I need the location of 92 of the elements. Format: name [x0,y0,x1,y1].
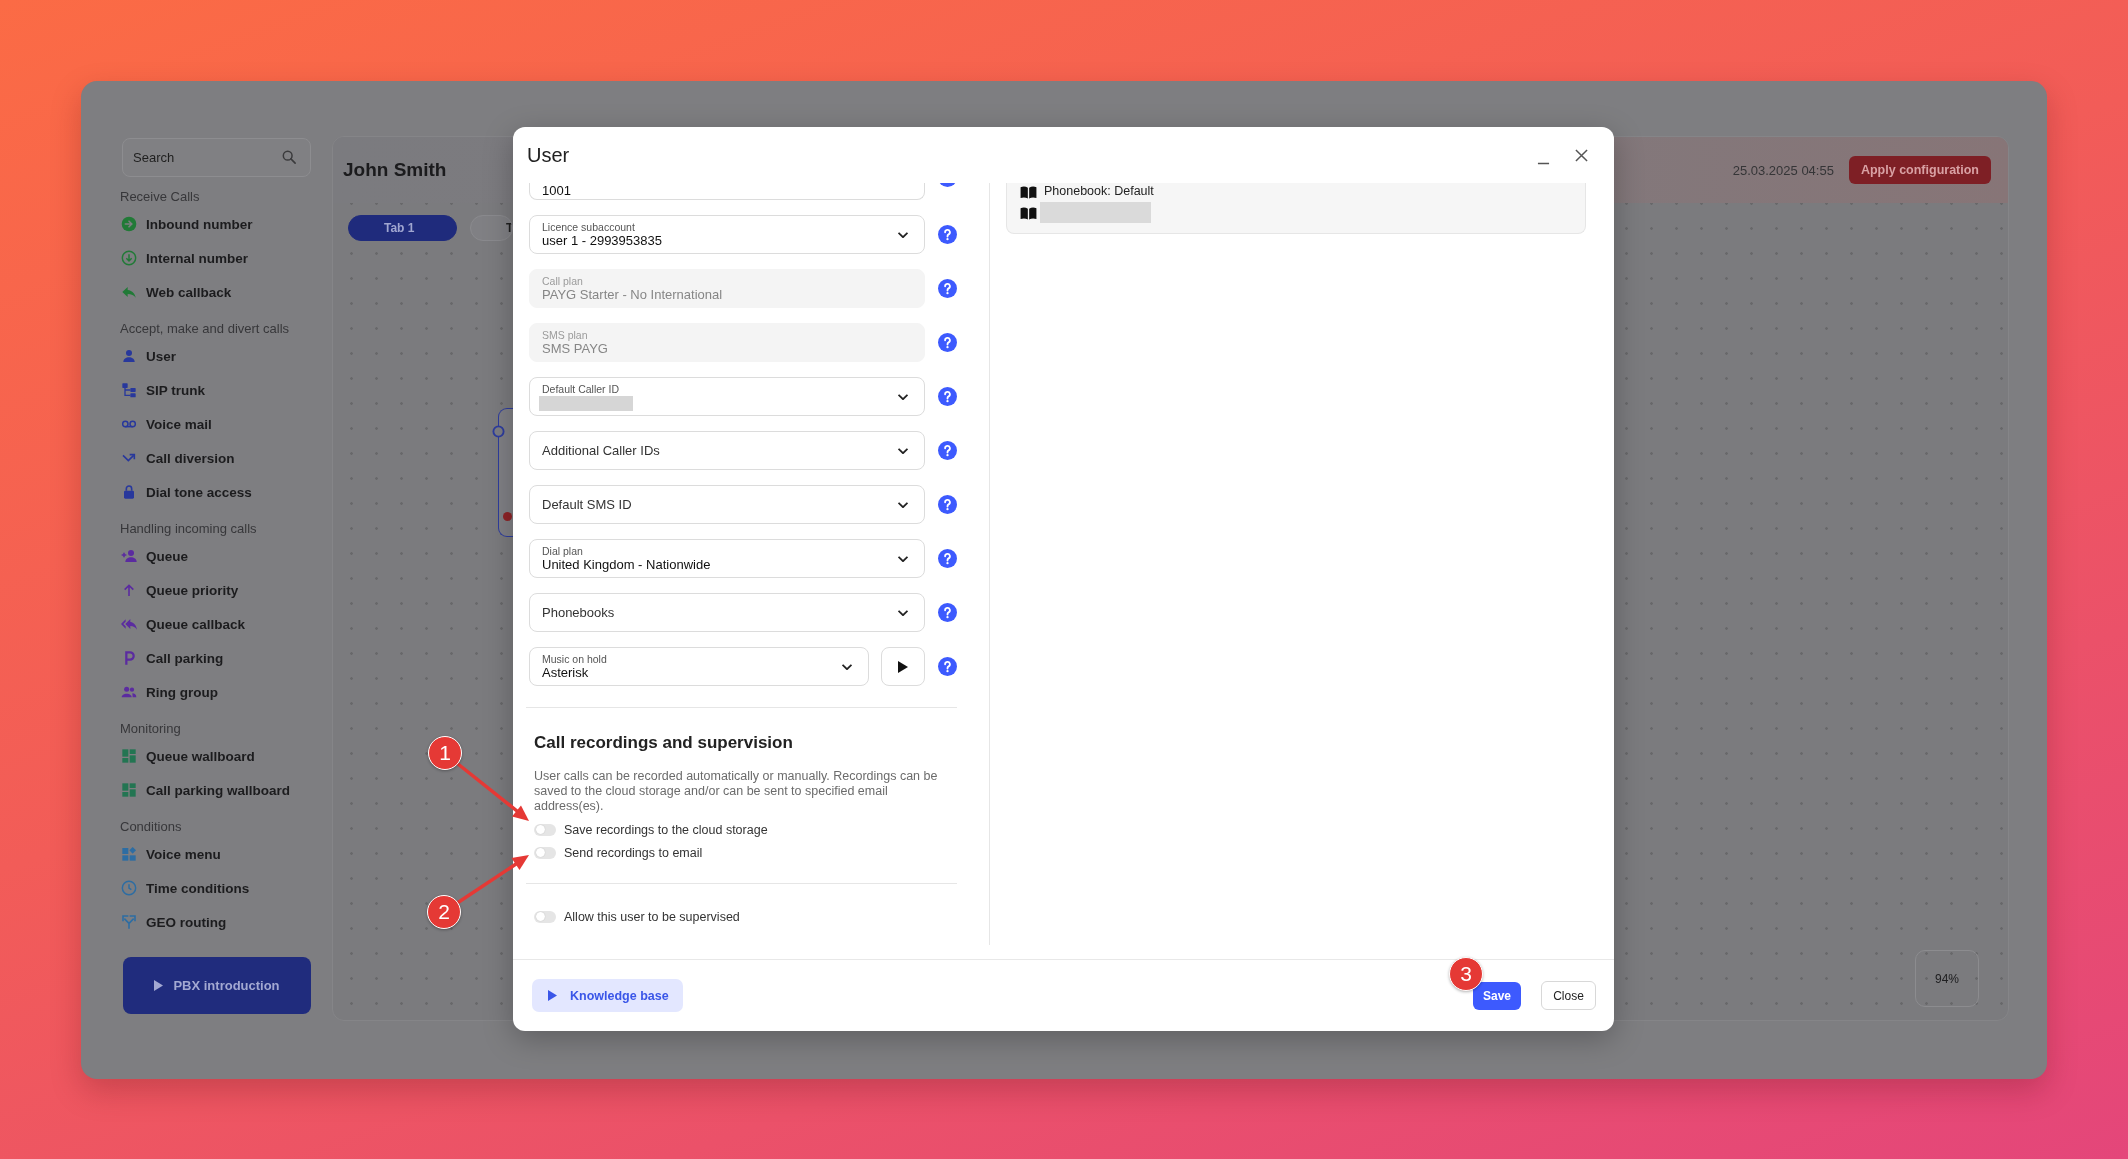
sidebar-section-title: Receive Calls [120,188,200,206]
help-icon[interactable] [938,441,957,460]
help-icon[interactable] [938,387,957,406]
apply-configuration-button[interactable]: Apply configuration [1848,156,1991,184]
knowledge-base-button[interactable]: Knowledge base [532,979,683,1012]
sidebar-item[interactable]: Queue priority [120,573,239,607]
timestamp: 25.03.2025 04:55 [1732,162,1834,178]
sidebar-section-title: Handling incoming calls [120,520,257,538]
select-field[interactable]: Default Caller ID [529,377,925,416]
person-add-icon [121,548,137,564]
sidebar-item[interactable]: GEO routing [120,905,227,939]
sidebar-item[interactable]: Time conditions [120,871,250,905]
toggle-switch[interactable] [534,823,556,836]
dialog-title: User [527,143,570,167]
sidebar-section-title: Conditions [120,818,182,836]
sidebar-item[interactable]: Dial tone access [120,475,252,509]
select-field[interactable]: Default SMS ID [529,485,925,524]
phonebook-name: Phonebook: Default [1044,184,1154,199]
play-button[interactable] [881,647,925,686]
flow-node[interactable] [498,408,513,537]
help-icon[interactable] [938,225,957,244]
book-icon [1020,184,1037,199]
select-field[interactable]: Phonebooks [529,593,925,632]
play-icon [548,990,557,1001]
section-title: Call recordings and supervision [534,732,793,754]
chevron-down-icon [898,231,908,238]
sidebar-item[interactable]: Inbound number [120,207,253,241]
tab[interactable]: Tab 1 [348,215,457,241]
select-field[interactable]: Music on hold Asterisk [529,647,869,686]
people-icon [121,684,137,700]
reply-all-icon [121,616,137,632]
chevron-down-icon [898,555,908,562]
book-icon [1020,205,1037,220]
chevron-down-icon [898,393,908,400]
play-icon [154,980,164,991]
help-icon[interactable] [938,657,957,676]
arrow-circle-icon [121,216,137,232]
sidebar-item[interactable]: Call parking [120,641,224,675]
pbx-introduction-button[interactable]: PBX introduction [123,957,311,1014]
close-button[interactable]: Close [1541,981,1596,1010]
chevron-down-icon [898,609,908,616]
fork-icon [121,914,137,930]
dashboard-icon [121,782,137,798]
widgets-icon [121,846,137,862]
sidebar-item[interactable]: Web callback [120,275,232,309]
zoom-level: 94% [1915,950,1979,1007]
hierarchy-icon [121,382,137,398]
clock-icon [121,880,137,896]
toggle-label: Allow this user to be supervised [564,909,740,924]
sidebar-item[interactable]: Call parking wallboard [120,773,291,807]
sidebar-item[interactable]: SIP trunk [120,373,206,407]
text-field[interactable]: 1001 [529,183,925,200]
sidebar-item[interactable]: Queue [120,539,188,573]
help-icon[interactable] [938,549,957,568]
sidebar-section-title: Monitoring [120,720,181,738]
chevron-down-icon [842,663,852,670]
toggle-label: Send recordings to email [564,845,703,860]
save-button[interactable]: Save [1473,981,1521,1010]
help-icon[interactable] [938,183,957,187]
close-icon[interactable] [1575,148,1588,162]
help-icon[interactable] [938,279,957,298]
select-field[interactable]: Licence subaccount user 1 - 2993953835 [529,215,925,254]
toggle-label: Save recordings to the cloud storage [564,822,768,837]
arrow-down-circle-icon [121,250,137,266]
sidebar-item[interactable]: Queue wallboard [120,739,255,773]
help-icon[interactable] [938,603,957,622]
sidebar-item[interactable]: Ring group [120,675,218,709]
chevron-down-icon [898,447,908,454]
sidebar-item[interactable]: User [120,339,177,373]
sidebar-item[interactable]: Internal number [120,241,248,275]
search-icon [282,150,296,164]
status-dot-icon [503,512,512,521]
play-icon [898,660,908,673]
sidebar-item[interactable]: Queue callback [120,607,246,641]
chevron-down-icon [898,501,908,508]
workspace-title: John Smith [343,159,447,181]
padlock-icon [121,484,137,500]
search-field[interactable]: Search [122,138,311,177]
toggle-switch[interactable] [534,846,556,859]
sidebar-section-title: Accept, make and divert calls [120,320,290,338]
sidebar-item[interactable]: Voice mail [120,407,212,441]
select-field[interactable]: Additional Caller IDs [529,431,925,470]
toggle-switch[interactable] [534,910,556,923]
reply-arrow-icon [121,284,137,300]
select-field[interactable]: Dial plan United Kingdom - Nationwide [529,539,925,578]
person-icon [121,348,137,364]
section-description: User calls can be recorded automatically or manually. Recordings can be saved to the cloud storage and/or can be sent to specified email address(es). [534,769,939,814]
sidebar-item[interactable]: Call diversion [120,441,235,475]
help-icon[interactable] [938,495,957,514]
sidebar-item[interactable]: Voice menu [120,837,221,871]
help-icon[interactable] [938,333,957,352]
dashboard-icon [121,748,137,764]
